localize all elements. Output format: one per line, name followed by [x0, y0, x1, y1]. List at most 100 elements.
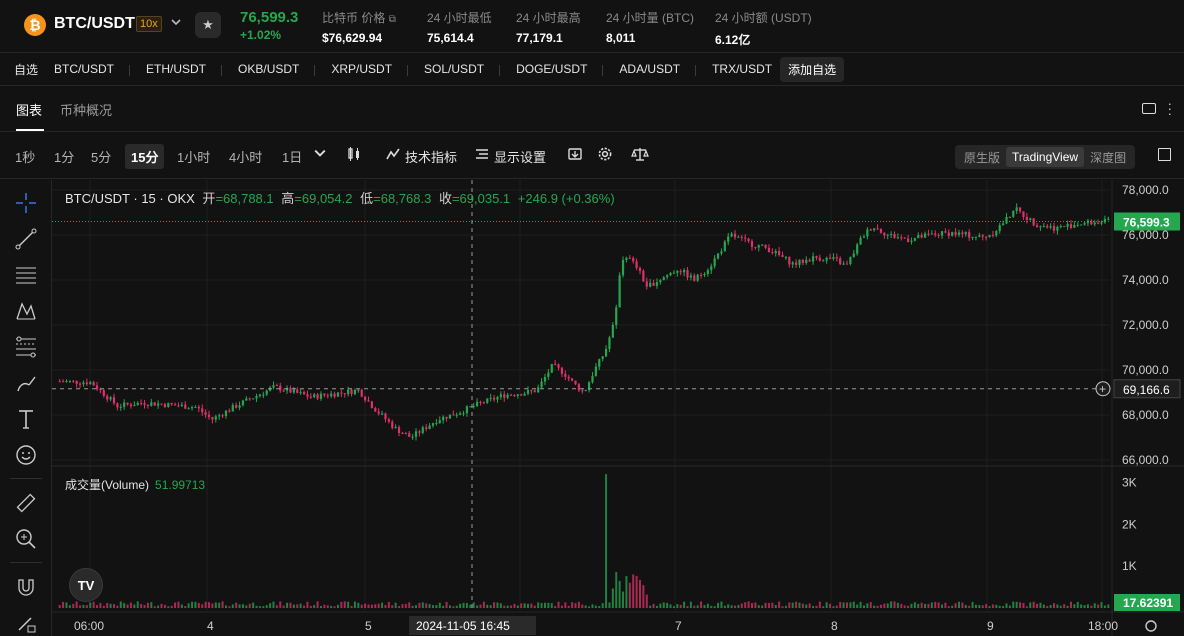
- candle-body: [747, 238, 750, 242]
- volume-bar: [1066, 605, 1069, 608]
- volume-bar: [995, 604, 998, 608]
- volume-bar: [92, 601, 95, 608]
- candle-body: [594, 366, 597, 376]
- volume-bar: [370, 604, 373, 608]
- ruler-icon[interactable]: [13, 490, 39, 516]
- external-link-icon[interactable]: ⧉: [389, 14, 396, 25]
- candle-body: [676, 271, 679, 273]
- text-tool-icon[interactable]: [13, 406, 39, 432]
- indicators-button[interactable]: 技术指标: [405, 147, 457, 166]
- interval-1d[interactable]: 1日: [282, 147, 302, 166]
- crosshair-icon[interactable]: [13, 190, 39, 216]
- time-tick-label: 4: [207, 619, 214, 633]
- watchlist-label[interactable]: 自选: [6, 61, 46, 78]
- volume-bar: [533, 605, 536, 608]
- watchlist-item[interactable]: SOL/USDT: [416, 62, 501, 76]
- view-tradingview[interactable]: TradingView: [1006, 147, 1085, 167]
- display-settings-button[interactable]: 显示设置: [494, 147, 546, 166]
- watchlist-item[interactable]: OKB/USDT: [230, 62, 316, 76]
- watchlist-item[interactable]: ETH/USDT: [138, 62, 223, 76]
- candle-type-icon[interactable]: [346, 146, 362, 165]
- volume-bar: [252, 602, 255, 608]
- candle-body: [414, 431, 418, 437]
- tab-chart[interactable]: 图表: [16, 100, 42, 119]
- price-chart[interactable]: 78,000.0 76,000.0 74,000.0 72,000.0 70,000.0…: [52, 180, 1184, 636]
- volume-bar: [754, 602, 757, 608]
- volume-bar: [89, 602, 92, 608]
- candle-body: [374, 407, 377, 412]
- candle-body: [1076, 224, 1079, 226]
- volume-bar: [767, 602, 770, 608]
- candle-body: [523, 393, 526, 396]
- gear-icon[interactable]: [597, 146, 613, 165]
- candle-body: [862, 236, 866, 238]
- tradingview-logo-icon[interactable]: TV: [69, 568, 103, 602]
- magnet-icon[interactable]: [13, 574, 39, 600]
- emoji-icon[interactable]: [13, 442, 39, 468]
- price-tick-label: 66,000.0: [1122, 453, 1169, 467]
- chevron-down-icon[interactable]: [314, 146, 326, 162]
- watchlist-item[interactable]: TRX/USDT: [704, 62, 780, 76]
- layout-icon[interactable]: [1142, 103, 1156, 114]
- candle-body: [404, 433, 407, 435]
- volume-bar: [971, 601, 974, 608]
- legend-low: =68,768.3: [373, 191, 432, 206]
- view-depth[interactable]: 深度图: [1084, 146, 1132, 169]
- view-native[interactable]: 原生版: [958, 146, 1006, 169]
- chevron-down-icon[interactable]: [171, 16, 181, 30]
- volume-bar: [228, 606, 231, 608]
- volume-bar: [391, 605, 394, 608]
- candle-body: [567, 376, 570, 379]
- candle-body: [157, 403, 160, 406]
- interval-15m[interactable]: 15分: [125, 144, 165, 169]
- volume-bar: [258, 606, 261, 608]
- watchlist-item[interactable]: DOGE/USDT: [508, 62, 604, 76]
- candle-body: [357, 389, 360, 391]
- volume-bar: [672, 606, 675, 608]
- display-settings-icon[interactable]: [474, 146, 490, 165]
- trend-line-icon[interactable]: [13, 226, 39, 252]
- chart-canvas[interactable]: 78,000.076,000.074,000.072,000.070,000.0…: [52, 180, 1184, 636]
- candle-body: [89, 382, 92, 385]
- interval-1s[interactable]: 1秒: [15, 147, 35, 166]
- favorite-star-button[interactable]: ★: [195, 12, 221, 38]
- watchlist-item[interactable]: BTC/USDT: [46, 62, 131, 76]
- interval-4h[interactable]: 4小时: [229, 147, 262, 166]
- candle-body: [730, 233, 733, 237]
- pattern-icon[interactable]: [13, 298, 39, 324]
- candle-body: [1052, 226, 1056, 231]
- pair-selector[interactable]: BTC/USDT: [54, 15, 135, 33]
- volume-bar: [112, 604, 115, 608]
- watchlist-item[interactable]: ADA/USDT: [611, 62, 696, 76]
- volume-bar: [550, 603, 553, 608]
- more-vertical-icon[interactable]: · · ·: [1168, 97, 1172, 120]
- indicators-icon[interactable]: [385, 146, 401, 165]
- volume-bar: [1029, 602, 1032, 608]
- volume-bar: [1039, 602, 1042, 608]
- candle-body: [218, 415, 221, 417]
- candle-body: [693, 275, 696, 281]
- fullscreen-icon[interactable]: [1158, 148, 1171, 161]
- candle-body: [160, 403, 163, 405]
- zoom-in-icon[interactable]: [13, 526, 39, 552]
- volume-bar: [852, 601, 855, 608]
- candle-body: [638, 268, 642, 271]
- add-watchlist-button[interactable]: 添加自选: [780, 56, 845, 82]
- scale-icon[interactable]: [631, 146, 649, 165]
- volume-bar: [655, 605, 658, 608]
- candle-body: [496, 397, 499, 400]
- tab-overview[interactable]: 币种概况: [60, 100, 112, 119]
- snapshot-icon[interactable]: [567, 146, 583, 165]
- interval-1h[interactable]: 1小时: [177, 147, 210, 166]
- axis-settings-icon: [1145, 620, 1157, 632]
- interval-5m[interactable]: 5分: [91, 147, 111, 166]
- candle-body: [652, 282, 655, 286]
- watchlist-item[interactable]: XRP/USDT: [323, 62, 408, 76]
- candle-body: [832, 257, 835, 259]
- candle-body: [353, 390, 357, 395]
- interval-1m[interactable]: 1分: [54, 147, 74, 166]
- brush-icon[interactable]: [13, 370, 39, 396]
- pencil-lock-icon[interactable]: [13, 610, 39, 636]
- fib-retracement-icon[interactable]: [13, 334, 39, 360]
- horizontal-lines-icon[interactable]: [13, 262, 39, 288]
